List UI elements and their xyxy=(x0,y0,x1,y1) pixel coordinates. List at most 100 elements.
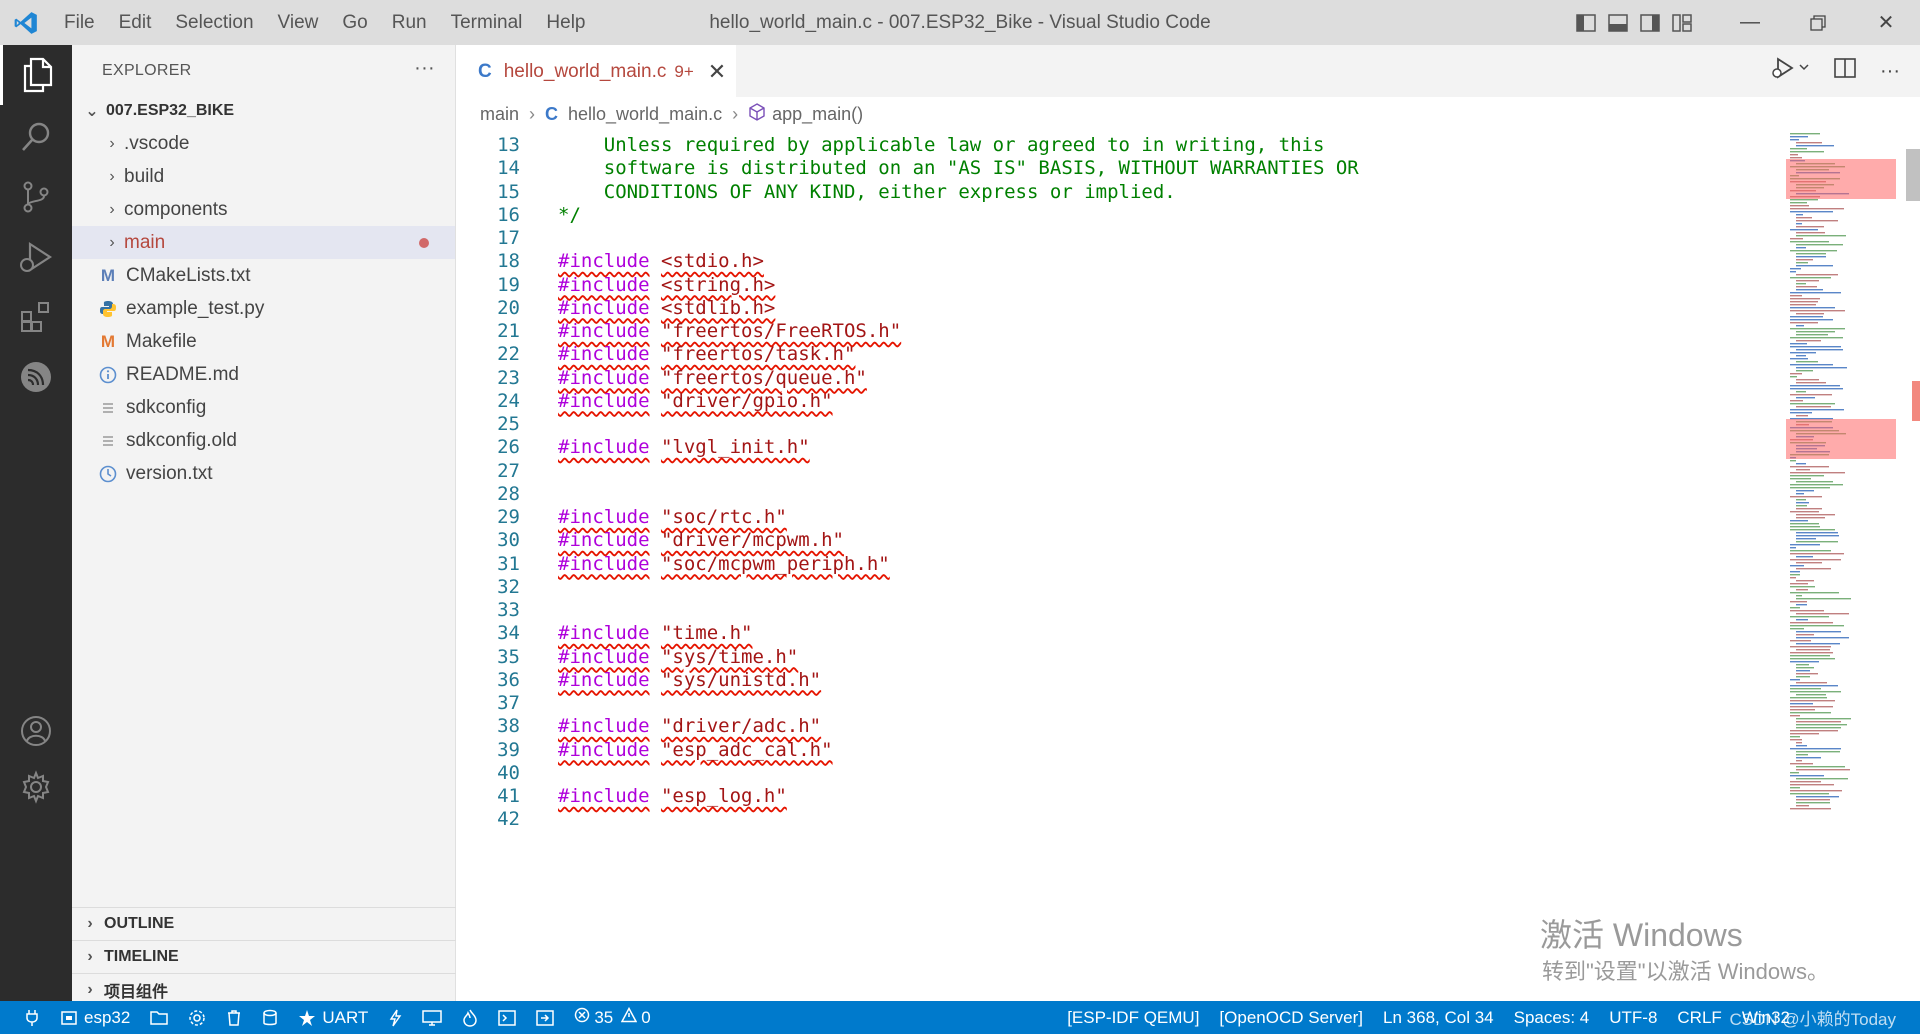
tree-file-example_test-py[interactable]: example_test.py xyxy=(72,292,455,325)
target-item[interactable]: esp32 xyxy=(50,1008,140,1028)
menu-item-go[interactable]: Go xyxy=(330,12,379,34)
outline-panel[interactable]: › OUTLINE xyxy=(72,907,456,940)
folder-item[interactable] xyxy=(140,1010,178,1026)
flash-item[interactable] xyxy=(378,1009,412,1027)
minimap-line xyxy=(1790,607,1800,609)
workspace-folder-label: 007.ESP32_BIKE xyxy=(106,102,235,119)
minimap-line xyxy=(1796,568,1831,570)
source-control-icon[interactable] xyxy=(0,167,72,227)
status-right-item-0[interactable]: [ESP-IDF QEMU] xyxy=(1057,1008,1209,1028)
breadcrumb-file[interactable]: hello_world_main.c xyxy=(568,104,722,125)
minimap-line xyxy=(1790,385,1840,387)
python-icon xyxy=(94,300,122,318)
monitor-item[interactable] xyxy=(412,1009,452,1027)
menu-item-terminal[interactable]: Terminal xyxy=(439,12,535,34)
minimap-line xyxy=(1796,532,1838,534)
minimap-line xyxy=(1790,646,1831,648)
account-icon[interactable] xyxy=(0,701,72,761)
customize-layout-icon[interactable] xyxy=(1666,0,1698,45)
settings-gear-icon[interactable] xyxy=(0,757,72,817)
tab-hello-world-main[interactable]: C hello_world_main.c 9+ ✕ xyxy=(456,45,736,97)
tree-folder-build[interactable]: › build xyxy=(72,160,455,193)
tree-file-sdkconfig[interactable]: sdkconfig xyxy=(72,391,455,424)
code-line[interactable]: 42 xyxy=(456,805,520,833)
minimap-line xyxy=(1796,469,1810,471)
code-editor[interactable]: 13 Unless required by applicable law or … xyxy=(456,131,1786,1001)
esp-idf-plug-item[interactable] xyxy=(0,1009,50,1027)
explorer-icon[interactable] xyxy=(0,45,72,105)
vertical-scrollbar[interactable] xyxy=(1900,131,1920,1001)
toggle-primary-sidebar-icon[interactable] xyxy=(1570,0,1602,45)
status-right-item-4[interactable]: UTF-8 xyxy=(1599,1008,1667,1028)
minimap-line xyxy=(1790,376,1797,378)
tree-file-makefile[interactable]: M Makefile xyxy=(72,325,455,358)
line-content: #include "esp_log.h" xyxy=(558,785,787,807)
breadcrumb-folder[interactable]: main xyxy=(480,104,519,125)
line-number: 22 xyxy=(497,343,520,366)
extensions-icon[interactable] xyxy=(0,287,72,347)
close-window-icon[interactable]: ✕ xyxy=(1852,0,1920,45)
minimap-line xyxy=(1790,151,1824,153)
workspace-folder[interactable]: ⌄ 007.ESP32_BIKE xyxy=(72,97,455,125)
menu-item-help[interactable]: Help xyxy=(534,12,597,34)
settings-file-icon xyxy=(94,433,122,449)
menu-item-edit[interactable]: Edit xyxy=(107,12,164,34)
debug-item[interactable] xyxy=(526,1009,564,1027)
restore-icon[interactable] xyxy=(1784,0,1852,45)
menu-item-selection[interactable]: Selection xyxy=(163,12,265,34)
run-debug-dropdown-icon[interactable] xyxy=(1770,56,1810,86)
timeline-panel[interactable]: › TIMELINE xyxy=(72,940,456,973)
toggle-panel-icon[interactable] xyxy=(1602,0,1634,45)
terminal-item[interactable] xyxy=(488,1009,526,1027)
search-icon[interactable] xyxy=(0,107,72,167)
status-right-item-2[interactable]: Ln 368, Col 34 xyxy=(1373,1008,1504,1028)
menu-item-run[interactable]: Run xyxy=(380,12,439,34)
flash-method-item[interactable]: UART xyxy=(288,1008,378,1028)
minimap-line xyxy=(1790,268,1801,270)
line-content: */ xyxy=(558,204,581,226)
minimap-error-highlight xyxy=(1786,419,1896,459)
tree-folder-vscode[interactable]: › .vscode xyxy=(72,127,455,160)
minimap-line xyxy=(1790,205,1809,207)
tree-file-cmakelists-txt[interactable]: M CMakeLists.txt xyxy=(72,259,455,292)
breadcrumb-symbol[interactable]: app_main() xyxy=(772,104,863,125)
config-item[interactable] xyxy=(178,1009,216,1027)
minimap-line xyxy=(1790,571,1800,573)
minimize-icon[interactable]: — xyxy=(1716,0,1784,45)
status-right-item-1[interactable]: [OpenOCD Server] xyxy=(1209,1008,1373,1028)
minimap-line xyxy=(1790,679,1800,681)
minimap-line xyxy=(1796,667,1814,669)
tree-folder-components[interactable]: › components xyxy=(72,193,455,226)
terminal-icon xyxy=(498,1009,517,1027)
title-controls: — ✕ xyxy=(1570,0,1920,45)
split-editor-icon[interactable] xyxy=(1834,58,1856,84)
more-actions-icon[interactable]: ··· xyxy=(414,57,435,80)
minimap-line xyxy=(1796,370,1813,372)
tree-file-readme-md[interactable]: README.md xyxy=(72,358,455,391)
include-directive: #include xyxy=(558,343,650,366)
minimap-line xyxy=(1796,340,1821,342)
tree-folder-main[interactable]: › main xyxy=(72,226,455,259)
chevron-down-icon: ⌄ xyxy=(85,103,99,120)
build-item[interactable] xyxy=(252,1009,288,1027)
tree-file-sdkconfig-old[interactable]: sdkconfig.old xyxy=(72,424,455,457)
comment-text: Unless required by applicable law or agr… xyxy=(558,134,1325,156)
problems-item[interactable]: 35 0 xyxy=(564,1006,660,1028)
more-editor-actions-icon[interactable]: ··· xyxy=(1880,60,1900,83)
status-right-item-3[interactable]: Spaces: 4 xyxy=(1504,1008,1600,1028)
minimap-line xyxy=(1796,481,1833,483)
run-debug-icon[interactable] xyxy=(0,227,72,287)
fullclean-item[interactable] xyxy=(216,1009,252,1027)
toggle-secondary-sidebar-icon[interactable] xyxy=(1634,0,1666,45)
menu-item-view[interactable]: View xyxy=(266,12,331,34)
menu-item-file[interactable]: File xyxy=(52,12,107,34)
minimap-line xyxy=(1790,475,1824,477)
tree-file-version-txt[interactable]: version.txt xyxy=(72,457,455,490)
minimap-line xyxy=(1790,409,1844,411)
build-flash-monitor-item[interactable] xyxy=(452,1009,488,1027)
espressif-icon[interactable] xyxy=(0,347,72,407)
minimap-line xyxy=(1790,583,1808,585)
close-tab-icon[interactable]: ✕ xyxy=(708,59,726,85)
